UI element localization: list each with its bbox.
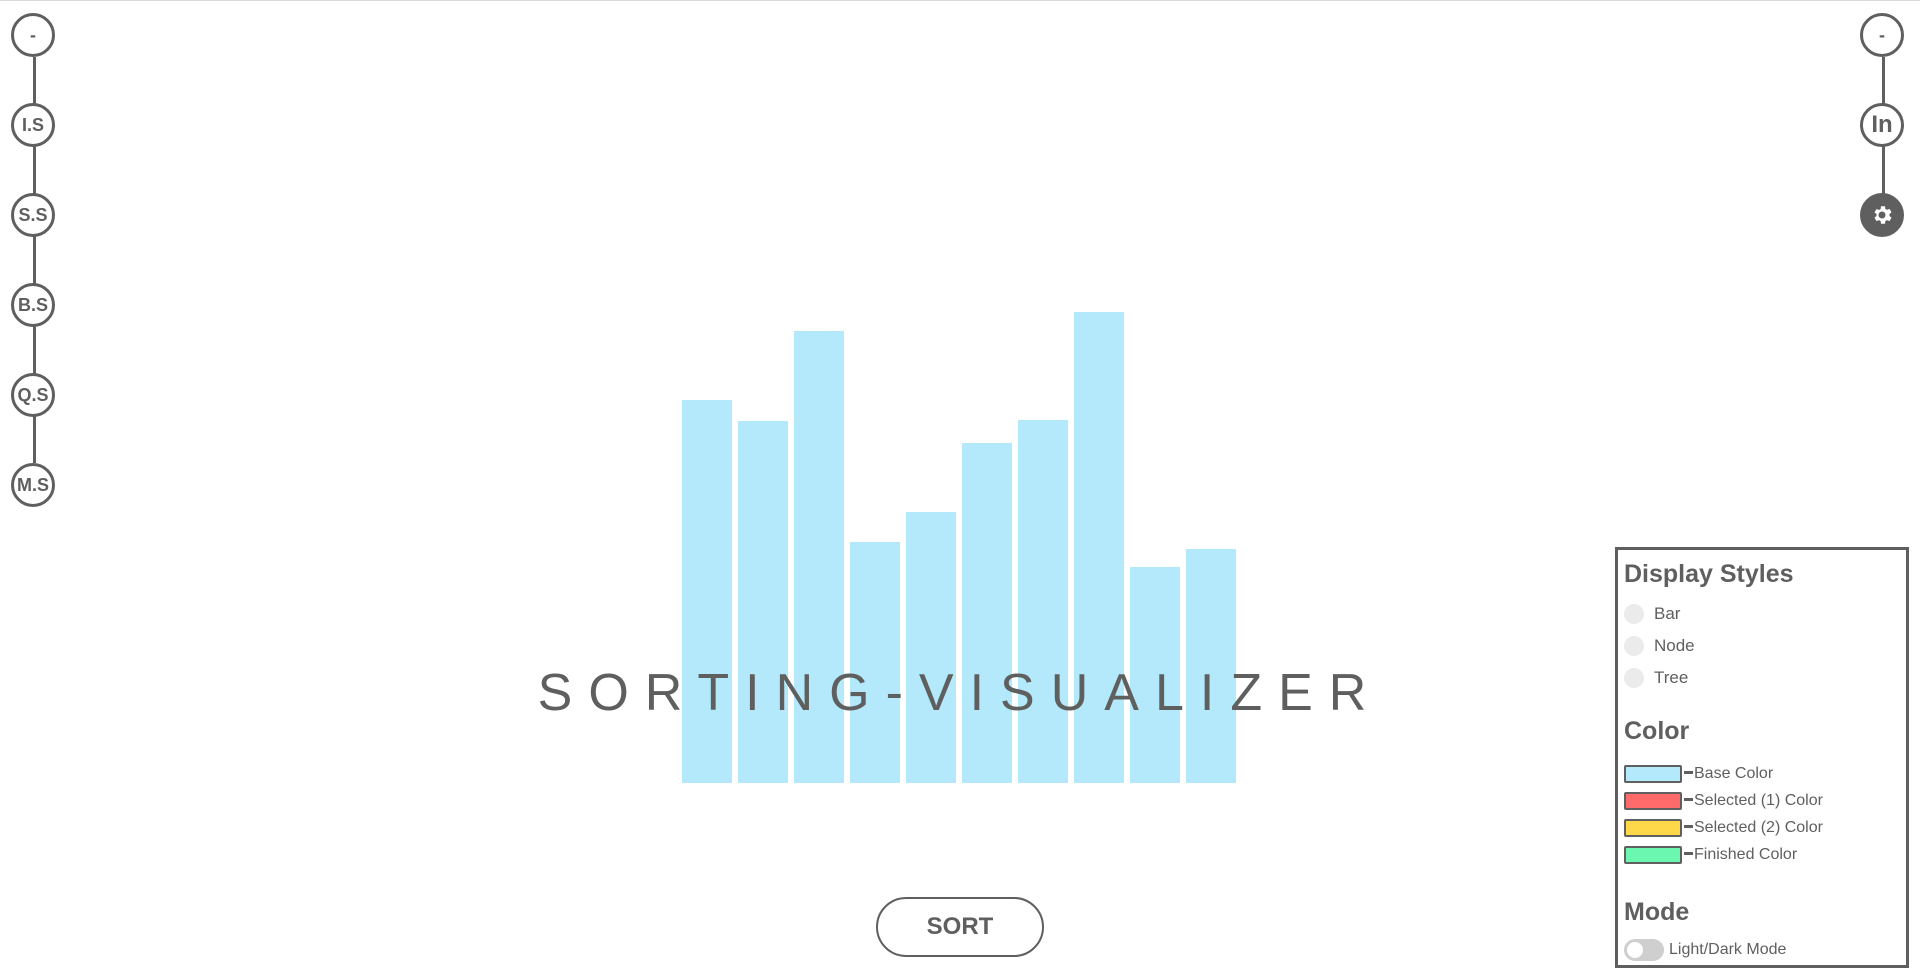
array-bar bbox=[906, 512, 956, 783]
selected-2-color-row[interactable]: Selected (2) Color bbox=[1624, 817, 1823, 839]
display-styles-heading: Display Styles bbox=[1624, 560, 1794, 588]
radio-button[interactable] bbox=[1624, 668, 1644, 688]
connector-dash bbox=[1684, 770, 1693, 774]
linkedin-button[interactable]: In bbox=[1860, 103, 1904, 147]
base-color-row[interactable]: Base Color bbox=[1624, 763, 1773, 785]
color-label: Selected (1) Color bbox=[1694, 792, 1823, 809]
light-dark-mode-toggle[interactable] bbox=[1624, 939, 1664, 961]
color-label: Selected (2) Color bbox=[1694, 819, 1823, 836]
insertion-sort-button[interactable]: I.S bbox=[11, 103, 55, 147]
base-color-swatch[interactable] bbox=[1624, 765, 1682, 783]
selected-1-color-row[interactable]: Selected (1) Color bbox=[1624, 790, 1823, 812]
array-bar bbox=[1018, 420, 1068, 783]
mode-heading: Mode bbox=[1624, 898, 1690, 926]
display-style-label: Node bbox=[1654, 636, 1695, 655]
sort-button[interactable]: SORT bbox=[876, 897, 1044, 957]
connector-dash bbox=[1684, 824, 1693, 828]
finished-color-row[interactable]: Finished Color bbox=[1624, 844, 1797, 866]
selection-sort-button[interactable]: S.S bbox=[11, 193, 55, 237]
selected-2-color-swatch[interactable] bbox=[1624, 819, 1682, 837]
light-dark-mode-row[interactable]: Light/Dark Mode bbox=[1624, 939, 1786, 961]
gear-icon bbox=[1874, 206, 1892, 224]
display-style-bar-option[interactable]: Bar bbox=[1624, 602, 1680, 626]
display-style-tree-option[interactable]: Tree bbox=[1624, 666, 1688, 690]
settings-button[interactable] bbox=[1860, 193, 1904, 237]
color-heading: Color bbox=[1624, 717, 1690, 745]
finished-color-swatch[interactable] bbox=[1624, 846, 1682, 864]
array-bar bbox=[962, 443, 1012, 783]
color-label: Base Color bbox=[1694, 765, 1774, 782]
display-style-label: Bar bbox=[1654, 604, 1681, 623]
array-bar bbox=[682, 400, 732, 783]
connector-dash bbox=[1684, 851, 1693, 855]
collapse-left-nav-button[interactable]: - bbox=[11, 13, 55, 57]
radio-button[interactable] bbox=[1624, 636, 1644, 656]
radio-button[interactable] bbox=[1624, 604, 1644, 624]
toggle-label: Light/Dark Mode bbox=[1669, 941, 1787, 958]
toggle-knob bbox=[1627, 942, 1643, 958]
page: - I.S S.S B.S Q.S M.S - In SORTING-VISUA… bbox=[0, 0, 1920, 977]
array-bar bbox=[738, 421, 788, 783]
quick-sort-button[interactable]: Q.S bbox=[11, 373, 55, 417]
merge-sort-button[interactable]: M.S bbox=[11, 463, 55, 507]
selected-1-color-swatch[interactable] bbox=[1624, 792, 1682, 810]
connector-dash bbox=[1684, 797, 1693, 801]
settings-panel: Display Styles Bar Node Tree Color Base … bbox=[1615, 547, 1909, 968]
color-label: Finished Color bbox=[1694, 846, 1798, 863]
bubble-sort-button[interactable]: B.S bbox=[11, 283, 55, 327]
display-style-node-option[interactable]: Node bbox=[1624, 634, 1695, 658]
display-style-label: Tree bbox=[1654, 668, 1689, 687]
collapse-right-nav-button[interactable]: - bbox=[1860, 13, 1904, 57]
